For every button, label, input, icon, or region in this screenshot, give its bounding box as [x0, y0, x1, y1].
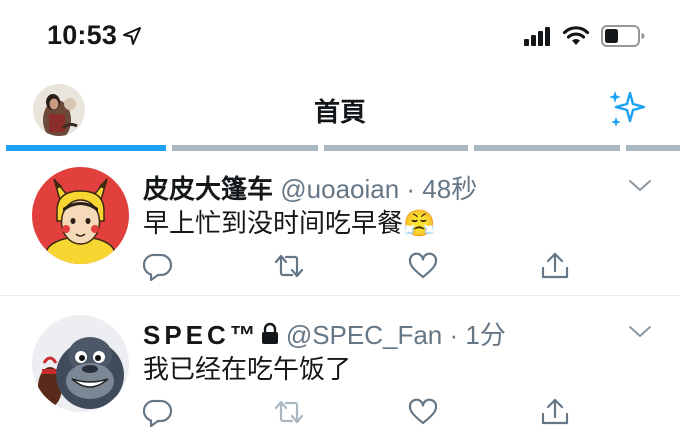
display-name[interactable]: 皮皮大篷车 [143, 174, 273, 204]
tweet-actions [0, 251, 680, 285]
cartoon-pikachu-avatar [32, 167, 129, 264]
tweet-actions [0, 397, 680, 431]
reply-icon[interactable] [143, 397, 173, 427]
retweet-icon [274, 400, 304, 424]
app-header: 首頁 [0, 72, 680, 148]
handle-and-time: @uoaoian · 48秒 [280, 174, 478, 204]
lock-icon [261, 322, 278, 344]
sparkle-icon[interactable] [606, 89, 648, 131]
status-bar: 10:53 [0, 0, 680, 72]
tweet-text: 早上忙到没时间吃早餐😤 [143, 203, 435, 240]
heart-icon[interactable] [408, 397, 438, 427]
retweet-icon[interactable] [274, 251, 304, 281]
status-time: 10:53 [47, 20, 118, 50]
tweet-text: 我已经在吃午饭了 [143, 354, 352, 384]
battery-icon [601, 25, 645, 47]
share-icon[interactable] [540, 251, 570, 281]
handle-and-time: @SPEC_Fan · 1分 [285, 320, 506, 350]
share-icon[interactable] [540, 397, 570, 427]
tweet-header: SPEC™ @SPEC_Fan · 1分 [143, 315, 506, 352]
location-arrow-icon [123, 27, 141, 45]
page-title: 首頁 [313, 97, 366, 127]
chevron-down-icon[interactable] [628, 179, 652, 193]
reply-icon[interactable] [143, 251, 173, 281]
cellular-signal-icon [524, 27, 550, 46]
emoji-steam-face: 😤 [403, 208, 436, 238]
heart-icon[interactable] [408, 251, 438, 281]
wifi-icon [562, 26, 590, 45]
display-name[interactable]: SPEC™ [143, 320, 260, 350]
tweet[interactable]: SPEC™ @SPEC_Fan · 1分 我已经在吃午饭了 [0, 297, 680, 446]
chevron-down-icon[interactable] [628, 325, 652, 339]
tweet[interactable]: 皮皮大篷车 @uoaoian · 48秒 早上忙到没时间吃早餐😤 [0, 151, 680, 296]
avatar[interactable] [32, 167, 129, 264]
tweet-header: 皮皮大篷车 @uoaoian · 48秒 [143, 169, 477, 206]
tweet-body: 早上忙到没时间吃早餐 [143, 208, 404, 238]
